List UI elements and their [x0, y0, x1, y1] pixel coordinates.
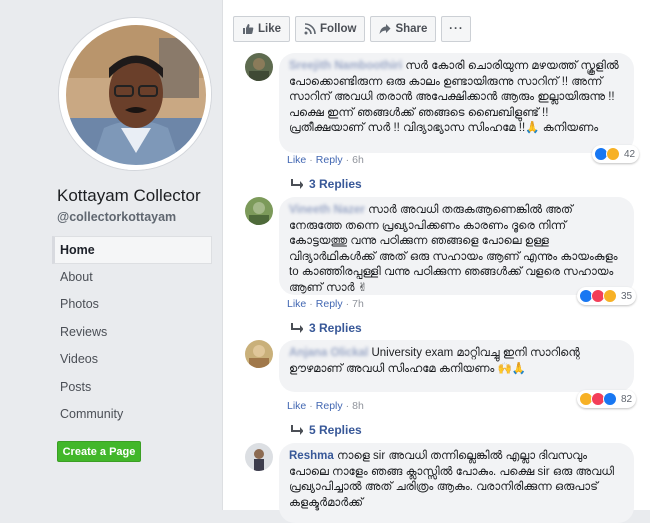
thumbs-up-icon: [243, 24, 254, 34]
like-reaction-icon: [603, 392, 617, 406]
reaction-count: 35: [621, 290, 633, 302]
more-options-button[interactable]: ···: [441, 16, 472, 42]
comment-reply-link[interactable]: Reply: [316, 298, 343, 310]
replies-count-label: 3 Replies: [309, 321, 362, 335]
reaction-count: 82: [621, 393, 633, 405]
rss-icon: [304, 23, 316, 35]
share-arrow-icon: [379, 24, 391, 34]
comment-time[interactable]: 6h: [352, 154, 364, 166]
commenter-avatar[interactable]: [245, 53, 273, 81]
comment-reply-link[interactable]: Reply: [316, 154, 343, 166]
commenter-name[interactable]: Vineeth Nazer: [289, 204, 365, 216]
page-action-bar: Like Follow Share ···: [233, 16, 472, 42]
comment-3: Anjana Olickal University exam മാറ്റിവച്…: [245, 340, 645, 440]
reaction-count: 42: [624, 148, 636, 160]
follow-button[interactable]: Follow: [295, 16, 366, 42]
haha-reaction-icon: [603, 289, 617, 303]
like-page-button[interactable]: Like: [233, 16, 291, 42]
comment-text: നാളെ sir അവധി തന്നില്ലെങ്കിൽ എല്ലാ ദിവസവ…: [289, 450, 614, 509]
reply-arrow-icon: [291, 179, 303, 189]
like-page-label: Like: [258, 23, 282, 35]
nav-item-home[interactable]: Home: [52, 236, 212, 264]
comment-bubble: Sreejith Namboothiri സർ കോരി ചൊരിയുന്ന മ…: [279, 53, 634, 153]
comment-bubble: Vineeth Nazer സാർ അവധി തരുകആണെങ്കിൽ അത് …: [279, 197, 634, 295]
reaction-summary[interactable]: 42: [592, 145, 640, 163]
reply-arrow-icon: [291, 323, 303, 333]
nav-item-about[interactable]: About: [52, 264, 212, 292]
view-replies-link[interactable]: 5 Replies: [291, 423, 362, 437]
reply-arrow-icon: [291, 425, 303, 435]
nav-item-reviews[interactable]: Reviews: [52, 319, 212, 347]
reaction-summary[interactable]: 82: [577, 390, 637, 408]
nav-item-videos[interactable]: Videos: [52, 346, 212, 374]
nav-item-posts[interactable]: Posts: [52, 374, 212, 402]
profile-picture[interactable]: [58, 17, 212, 171]
nav-item-photos[interactable]: Photos: [52, 291, 212, 319]
share-button[interactable]: Share: [370, 16, 437, 42]
view-replies-link[interactable]: 3 Replies: [291, 177, 362, 191]
comment-meta: Like · Reply · 6h: [287, 154, 364, 166]
page-sidebar: Kottayam Collector @collectorkottayam Ho…: [0, 0, 222, 510]
commenter-avatar[interactable]: [245, 197, 273, 225]
share-label: Share: [395, 23, 428, 35]
commenter-name[interactable]: Sreejith Namboothiri: [289, 60, 402, 72]
profile-photo-image: [59, 18, 211, 170]
comment-time[interactable]: 7h: [352, 298, 364, 310]
nav-item-community[interactable]: Community: [52, 401, 212, 429]
comment-time[interactable]: 8h: [352, 400, 364, 412]
comment-meta: Like · Reply · 8h: [287, 400, 364, 412]
replies-count-label: 5 Replies: [309, 423, 362, 437]
commenter-name[interactable]: Anjana Olickal: [289, 347, 368, 359]
comment-text: സാർ അവധി തരുകആണെങ്കിൽ അത് നേരുത്തേ തന്നെ…: [289, 204, 618, 294]
create-page-button[interactable]: Create a Page: [57, 441, 141, 462]
page-nav: Home About Photos Reviews Videos Posts C…: [52, 236, 212, 429]
replies-count-label: 3 Replies: [309, 177, 362, 191]
main-feed: Like Follow Share ··· Sreejith Namboothi…: [222, 0, 650, 523]
comment-like-link[interactable]: Like: [287, 154, 306, 166]
commenter-name[interactable]: Reshma: [289, 450, 334, 462]
comment-like-link[interactable]: Like: [287, 298, 306, 310]
reaction-summary[interactable]: 35: [577, 287, 637, 305]
haha-reaction-icon: [606, 147, 620, 161]
comment-bubble: Anjana Olickal University exam മാറ്റിവച്…: [279, 340, 634, 392]
comment-1: Sreejith Namboothiri സർ കോരി ചൊരിയുന്ന മ…: [245, 53, 645, 198]
comment-2: Vineeth Nazer സാർ അവധി തരുകആണെങ്കിൽ അത് …: [245, 197, 645, 342]
comment-like-link[interactable]: Like: [287, 400, 306, 412]
view-replies-link[interactable]: 3 Replies: [291, 321, 362, 335]
commenter-avatar[interactable]: [245, 340, 273, 368]
comment-meta: Like · Reply · 7h: [287, 298, 364, 310]
follow-label: Follow: [320, 23, 357, 35]
comment-reply-link[interactable]: Reply: [316, 400, 343, 412]
commenter-avatar[interactable]: [245, 443, 273, 471]
comment-bubble: Reshma നാളെ sir അവധി തന്നില്ലെങ്കിൽ എല്ല…: [279, 443, 634, 523]
page-name[interactable]: Kottayam Collector: [57, 186, 201, 206]
page-handle[interactable]: @collectorkottayam: [57, 210, 176, 224]
comment-4: Reshma നാളെ sir അവധി തന്നില്ലെങ്കിൽ എല്ല…: [245, 443, 645, 523]
